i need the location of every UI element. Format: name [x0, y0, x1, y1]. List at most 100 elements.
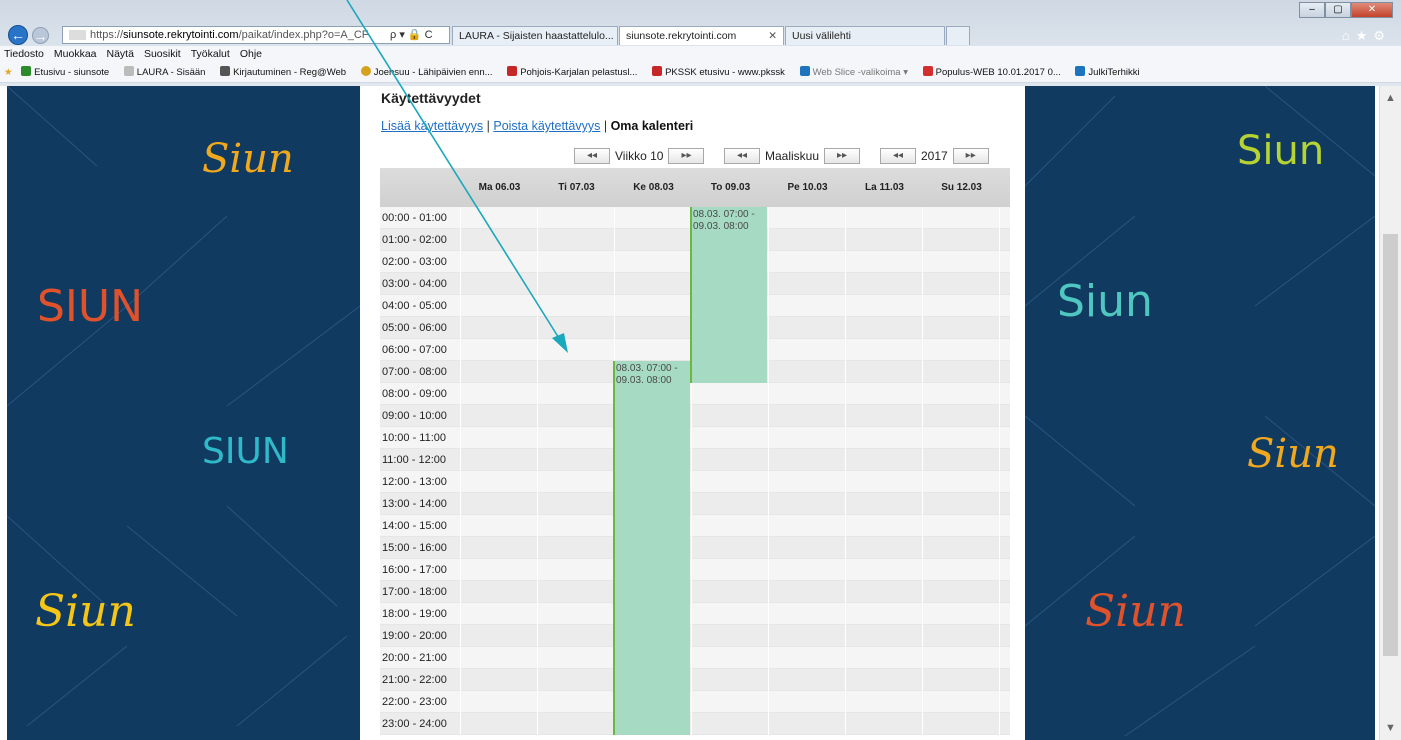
star-icon[interactable]: ★ [1356, 28, 1374, 43]
time-label: 12:00 - 13:00 [382, 476, 447, 488]
day-header: Ti 07.03 [558, 182, 595, 193]
hour-row[interactable]: 18:00 - 19:00 [380, 603, 1010, 625]
menu-favorites[interactable]: Suosikit [144, 48, 181, 60]
hour-row[interactable]: 20:00 - 21:00 [380, 647, 1010, 669]
prev-month-button[interactable]: ◂◂ [724, 148, 760, 164]
time-label: 17:00 - 18:00 [382, 586, 447, 598]
tab-label: siunsote.rekrytointi.com [626, 30, 737, 42]
siun-logo: Siun [1247, 431, 1339, 477]
time-label: 18:00 - 19:00 [382, 608, 447, 620]
tab-new[interactable]: Uusi välilehti [785, 26, 945, 45]
availability-event[interactable]: 08.03. 07:00 - 09.03. 08:00 [613, 361, 690, 735]
fav-item[interactable]: Pohjois-Karjalan pelastusl... [507, 66, 643, 78]
fav-item[interactable]: Populus-WEB 10.01.2017 0... [922, 66, 1067, 78]
scroll-down-icon[interactable]: ▼ [1385, 722, 1396, 734]
menu-bar: Tiedosto Muokkaa Näytä Suosikit Työkalut Ohje [0, 46, 1401, 63]
hour-row[interactable]: 17:00 - 18:00 [380, 581, 1010, 603]
right-background-panel: Siun Siun Siun Siun [1025, 86, 1375, 740]
gear-icon[interactable]: ⚙ [1373, 28, 1391, 43]
hour-row[interactable]: 21:00 - 22:00 [380, 669, 1010, 691]
time-label: 09:00 - 10:00 [382, 410, 447, 422]
month-navigation: ◂◂ Maaliskuu ▸▸ [724, 148, 861, 166]
link-separator: | [603, 119, 608, 133]
minimize-icon[interactable]: – [1299, 2, 1325, 18]
fav-item[interactable]: Joensuu - Lähipäivien enn... [360, 66, 499, 78]
toolbar-icons: ⌂★⚙ [1342, 28, 1391, 44]
fav-label: JulkiTerhikki [1088, 67, 1140, 78]
address-tools[interactable]: ρ ▾ 🔒 C [390, 28, 433, 41]
grid-divider [768, 207, 769, 735]
time-label: 15:00 - 16:00 [382, 542, 447, 554]
remove-availability-link[interactable]: Poista käytettävyys [493, 119, 600, 133]
availability-event[interactable]: 08.03. 07:00 - 09.03. 08:00 [690, 207, 767, 383]
tab-laura[interactable]: LAURA - Sijaisten haastattelulo... [452, 26, 618, 45]
fav-item[interactable]: LAURA - Sisään [123, 66, 212, 78]
month-label: Maaliskuu [765, 149, 820, 163]
hour-row[interactable]: 10:00 - 11:00 [380, 427, 1010, 449]
home-icon[interactable]: ⌂ [1342, 28, 1356, 43]
menu-file[interactable]: Tiedosto [4, 48, 44, 60]
fav-item[interactable]: Web Slice -valikoima ▾ [799, 66, 914, 78]
menu-view[interactable]: Näytä [107, 48, 134, 60]
event-label: 08.03. 07:00 - 09.03. 08:00 [693, 209, 755, 232]
menu-edit[interactable]: Muokkaa [54, 48, 97, 60]
close-window-icon[interactable]: ✕ [1351, 2, 1393, 18]
fav-label: Pohjois-Karjalan pelastusl... [520, 67, 638, 78]
next-month-button[interactable]: ▸▸ [824, 148, 861, 164]
hour-row[interactable]: 13:00 - 14:00 [380, 493, 1010, 515]
fav-item[interactable]: PKSSK etusivu - www.pkssk [652, 66, 791, 78]
hour-row[interactable]: 15:00 - 16:00 [380, 537, 1010, 559]
day-header: Su 12.03 [941, 182, 982, 193]
hour-row[interactable]: 14:00 - 15:00 [380, 515, 1010, 537]
page-scrollbar[interactable]: ▲ ▼ [1379, 86, 1401, 740]
time-label: 21:00 - 22:00 [382, 674, 447, 686]
week-label: Viikko 10 [615, 149, 664, 163]
close-tab-icon[interactable]: ✕ [768, 27, 777, 45]
main-content: Käytettävyydet Lisää käytettävyys | Pois… [360, 86, 1025, 740]
siun-logo: Siun [202, 136, 294, 182]
time-label: 19:00 - 20:00 [382, 630, 447, 642]
browser-chrome: – ▢ ✕ ← → https://siunsote.rekrytointi.c… [0, 0, 1401, 86]
hour-row[interactable]: 19:00 - 20:00 [380, 625, 1010, 647]
prev-year-button[interactable]: ◂◂ [880, 148, 916, 164]
maximize-icon[interactable]: ▢ [1325, 2, 1351, 18]
next-year-button[interactable]: ▸▸ [952, 148, 989, 164]
tab-siunsote[interactable]: siunsote.rekrytointi.com ✕ [619, 26, 784, 45]
time-label: 01:00 - 02:00 [382, 234, 447, 246]
fav-item[interactable]: Kirjautuminen - Reg@Web [220, 66, 352, 78]
hour-row[interactable]: 08:00 - 09:00 [380, 383, 1010, 405]
tab-label: LAURA - Sijaisten haastattelulo... [459, 30, 614, 42]
time-label: 22:00 - 23:00 [382, 696, 447, 708]
forward-button[interactable]: → [32, 27, 49, 44]
day-header: Pe 10.03 [787, 182, 828, 193]
grid-divider [460, 207, 461, 735]
hour-row[interactable]: 11:00 - 12:00 [380, 449, 1010, 471]
time-label: 20:00 - 21:00 [382, 652, 447, 664]
hour-row[interactable]: 22:00 - 23:00 [380, 691, 1010, 713]
add-availability-link[interactable]: Lisää käytettävyys [381, 119, 483, 133]
siun-logo: Siun [1237, 128, 1325, 174]
hour-row[interactable]: 12:00 - 13:00 [380, 471, 1010, 493]
grid-divider [845, 207, 846, 735]
fav-label: Joensuu - Lähipäivien enn... [373, 67, 493, 78]
fav-label: Web Slice -valikoima ▾ [812, 67, 908, 78]
grid-divider [922, 207, 923, 735]
next-week-button[interactable]: ▸▸ [668, 148, 705, 164]
scrollbar-thumb[interactable] [1383, 234, 1398, 656]
tab-label: Uusi välilehti [792, 30, 851, 42]
scroll-up-icon[interactable]: ▲ [1385, 92, 1396, 104]
own-calendar-label: Oma kalenteri [610, 119, 694, 133]
time-label: 11:00 - 12:00 [382, 454, 447, 466]
fav-item[interactable]: Etusivu - siunsote [21, 66, 115, 78]
hour-row[interactable]: 16:00 - 17:00 [380, 559, 1010, 581]
back-button[interactable]: ← [8, 25, 28, 45]
prev-week-button[interactable]: ◂◂ [574, 148, 610, 164]
favorites-star-icon[interactable]: ★ [4, 67, 13, 78]
time-label: 02:00 - 03:00 [382, 256, 447, 268]
fav-item[interactable]: JulkiTerhikki [1075, 66, 1145, 78]
menu-help[interactable]: Ohje [240, 48, 262, 60]
hour-row[interactable]: 23:00 - 24:00 [380, 713, 1010, 735]
new-tab-button[interactable] [946, 26, 970, 45]
hour-row[interactable]: 09:00 - 10:00 [380, 405, 1010, 427]
menu-tools[interactable]: Työkalut [191, 48, 230, 60]
